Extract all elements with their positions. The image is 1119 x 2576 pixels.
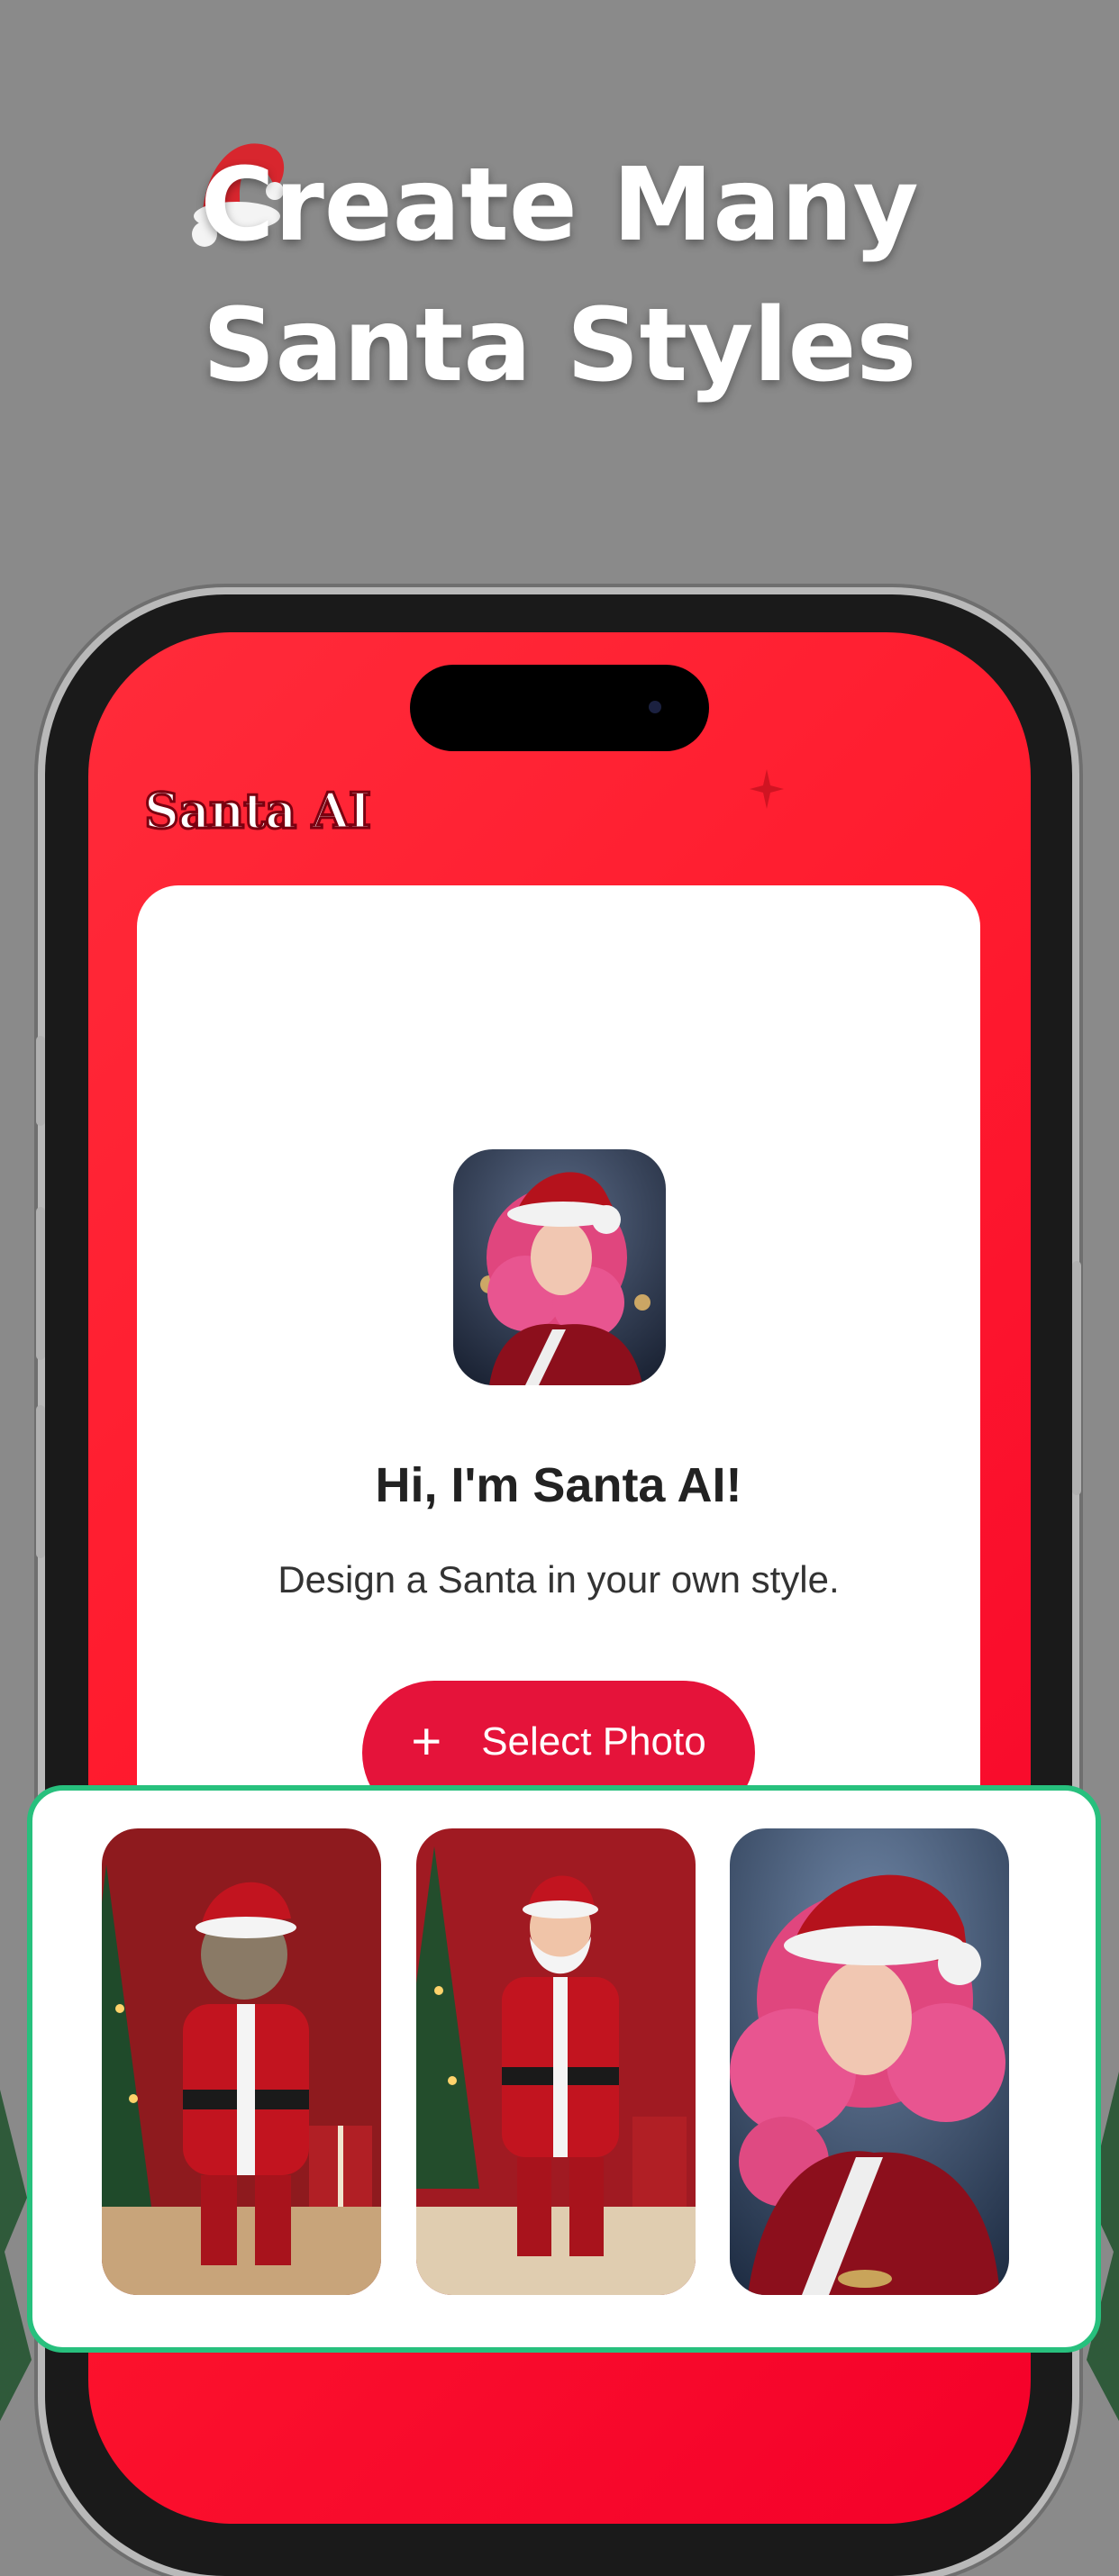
headline-line-1: Create Many [200, 147, 919, 264]
camera-dot [649, 701, 661, 713]
app-avatar [453, 1149, 666, 1385]
phone-side-button [1072, 1261, 1081, 1495]
phone-side-button [36, 1405, 45, 1558]
greeting-heading: Hi, I'm Santa AI! [375, 1458, 742, 1512]
select-photo-label: Select Photo [481, 1719, 706, 1764]
gallery-item-classic-santa[interactable] [416, 1828, 696, 2295]
greeting-subtitle: Design a Santa in your own style. [277, 1558, 840, 1601]
app-brand-logo: Santa AI [142, 781, 372, 841]
gallery-item-cat-santa[interactable] [102, 1828, 381, 2295]
dynamic-island [410, 665, 709, 751]
gallery-item-santa-woman[interactable] [730, 1828, 1009, 2295]
headline-line-2: Santa Styles [202, 287, 917, 404]
plus-icon: + [411, 1712, 442, 1771]
headline: Create Many Santa Styles [0, 135, 1119, 416]
phone-side-button [36, 1036, 45, 1126]
phone-side-button [36, 1207, 45, 1360]
sparkle-icon[interactable] [744, 762, 789, 816]
